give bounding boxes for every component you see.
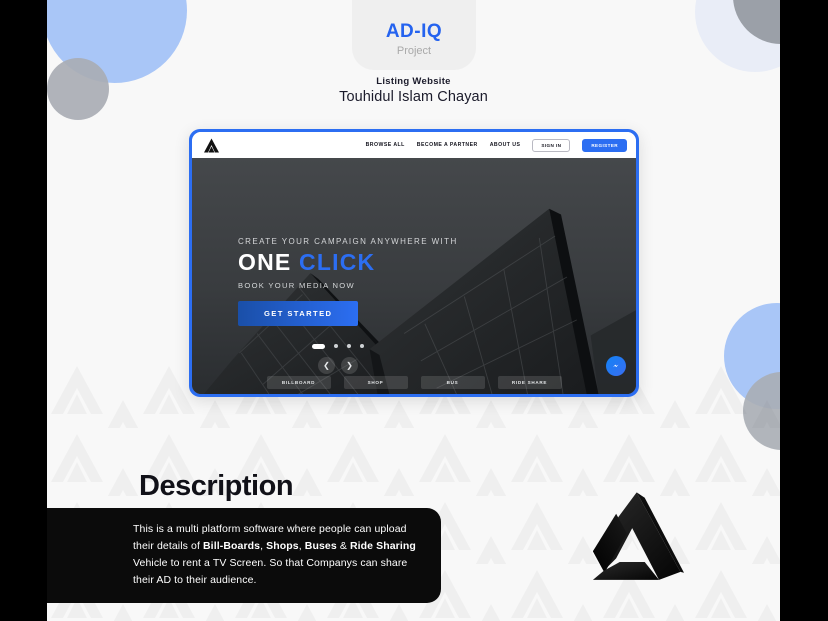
site-nav-links: BROWSE ALL BECOME A PARTNER ABOUT US SIG… xyxy=(366,138,627,152)
category-tab-billboard[interactable]: BILLBOARD xyxy=(266,376,331,389)
category-tab-bar: BILLBOARD SHOP BUS RIDE SHARE xyxy=(192,376,636,389)
carousel-dot-4[interactable] xyxy=(360,344,364,349)
sign-in-button[interactable]: SIGN IN xyxy=(532,138,571,152)
project-title: AD-IQ xyxy=(385,21,443,42)
site-navbar: BROWSE ALL BECOME A PARTNER ABOUT US SIG… xyxy=(192,132,636,158)
category-tab-shop[interactable]: SHOP xyxy=(343,376,408,389)
category-tab-bus[interactable]: BUS xyxy=(420,376,485,389)
presentation-slide: AD-IQ Project Listing Website Touhidul I… xyxy=(0,0,828,621)
carousel-dot-1[interactable] xyxy=(312,344,325,349)
hero-headline-plain: ONE xyxy=(238,249,292,275)
hero-copy-block: CREATE YOUR CAMPAIGN ANYWHERE WITH ONE C… xyxy=(238,237,458,326)
description-bold-buses: Buses xyxy=(304,540,337,552)
description-bold-billboards: Bill-Boards xyxy=(203,540,261,552)
hero-subline: BOOK YOUR MEDIA NOW xyxy=(238,281,355,290)
hero-eyebrow: CREATE YOUR CAMPAIGN ANYWHERE WITH xyxy=(238,237,458,246)
adiq-a-logo-icon[interactable] xyxy=(203,138,220,153)
description-bold-shops: Shops xyxy=(266,540,299,552)
hero-section: CREATE YOUR CAMPAIGN ANYWHERE WITH ONE C… xyxy=(192,158,636,394)
description-text: This is a multi platform software where … xyxy=(133,521,423,589)
chevron-left-icon[interactable]: ❮ xyxy=(318,357,335,374)
description-title: Description xyxy=(139,470,294,502)
description-sep-3: & xyxy=(336,540,350,552)
facebook-messenger-icon[interactable] xyxy=(606,356,626,376)
slide-content-area: AD-IQ Project Listing Website Touhidul I… xyxy=(47,0,780,621)
register-button[interactable]: REGISTER xyxy=(582,138,627,152)
carousel-arrows: ❮ ❯ xyxy=(318,357,358,374)
project-subtitle: Project xyxy=(396,45,432,57)
description-outro: Vehicle to rent a TV Screen. So that Com… xyxy=(133,557,408,586)
nav-link-about-us[interactable]: ABOUT US xyxy=(490,142,521,148)
get-started-button[interactable]: GET STARTED xyxy=(238,301,359,326)
hero-headline: ONE CLICK xyxy=(238,251,458,274)
description-box: This is a multi platform software where … xyxy=(47,508,441,603)
category-tab-ride-share[interactable]: RIDE SHARE xyxy=(497,376,562,389)
project-badge-card: AD-IQ Project xyxy=(352,0,476,70)
carousel-dot-3[interactable] xyxy=(347,344,351,349)
nav-link-become-a-partner[interactable]: BECOME A PARTNER xyxy=(417,142,478,148)
project-category-label: Listing Website xyxy=(376,76,451,87)
website-mockup-screen: BROWSE ALL BECOME A PARTNER ABOUT US SIG… xyxy=(192,132,636,394)
website-mockup: BROWSE ALL BECOME A PARTNER ABOUT US SIG… xyxy=(189,129,639,397)
carousel-dot-2[interactable] xyxy=(334,344,338,349)
chevron-right-icon[interactable]: ❯ xyxy=(341,357,358,374)
adiq-a-logo-icon xyxy=(592,492,684,580)
author-name: Touhidul Islam Chayan xyxy=(339,89,488,105)
hero-headline-accent: CLICK xyxy=(299,249,376,275)
carousel-dots xyxy=(312,344,364,349)
description-bold-ride-sharing: Ride Sharing xyxy=(349,540,416,552)
nav-link-browse-all[interactable]: BROWSE ALL xyxy=(366,142,405,148)
